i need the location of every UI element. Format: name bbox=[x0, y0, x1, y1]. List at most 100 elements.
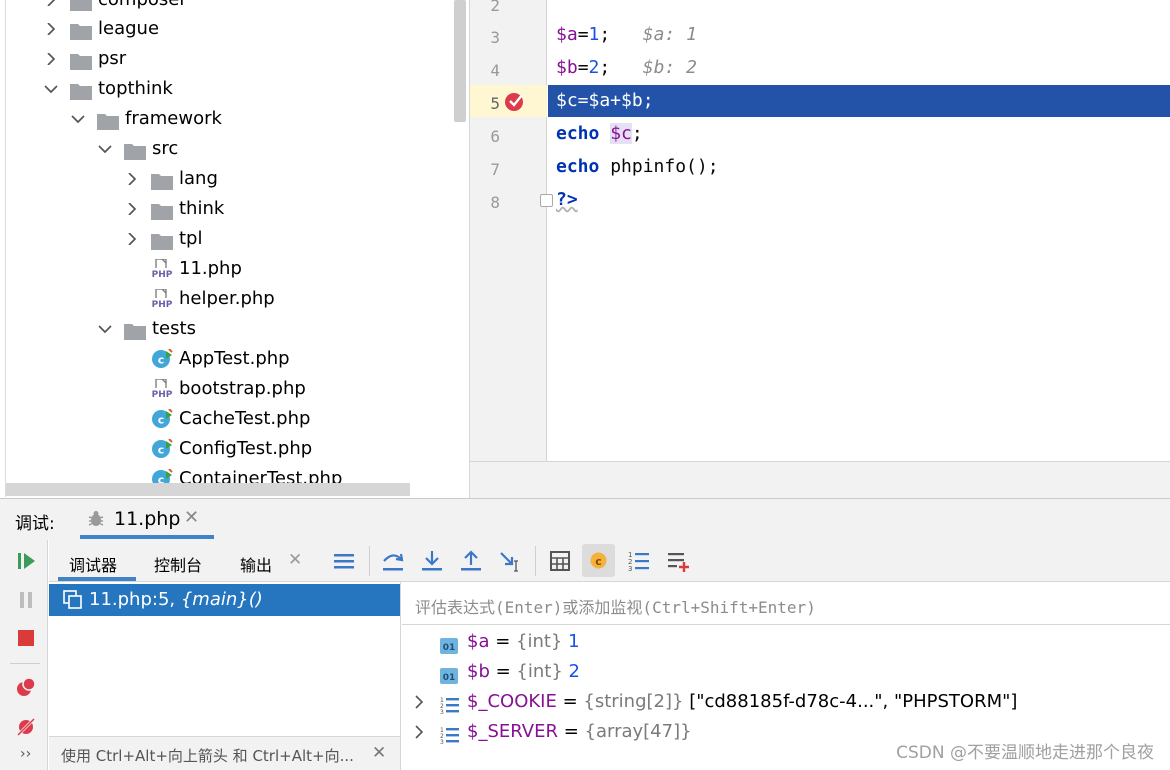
variable-row[interactable]: 01 $b = {int} 2 bbox=[402, 657, 1170, 687]
tab-console[interactable]: 控制台 bbox=[154, 552, 202, 576]
tree-item[interactable]: composer bbox=[0, 0, 468, 15]
run-to-cursor-icon[interactable] bbox=[498, 549, 522, 573]
php-class-icon: c bbox=[151, 438, 173, 458]
tree-item[interactable]: think bbox=[0, 194, 468, 224]
show-class-icon[interactable]: c bbox=[582, 544, 615, 577]
tree-item[interactable]: PHP helper.php bbox=[0, 284, 468, 314]
tree-item[interactable]: c CacheTest.php bbox=[0, 404, 468, 434]
tree-item[interactable]: tpl bbox=[0, 224, 468, 254]
debug-tool-window-header: 调试: 11.php ✕ bbox=[0, 498, 1170, 540]
debug-title: 调试: bbox=[15, 514, 55, 534]
tree-item[interactable]: PHP 11.php bbox=[0, 254, 468, 284]
debug-session-tab[interactable]: 11.php ✕ bbox=[80, 499, 214, 541]
evaluate-expression-icon[interactable] bbox=[548, 549, 572, 573]
chevron-down-icon[interactable] bbox=[98, 134, 112, 164]
php-class-icon: c bbox=[151, 408, 173, 428]
tree-item-label: think bbox=[179, 198, 225, 219]
step-into-icon[interactable] bbox=[420, 549, 444, 573]
line-number: 4 bbox=[490, 61, 500, 80]
stop-icon[interactable] bbox=[15, 627, 37, 649]
svg-text:3: 3 bbox=[440, 739, 444, 744]
resume-icon[interactable] bbox=[15, 550, 37, 572]
add-watch-icon[interactable] bbox=[666, 549, 690, 573]
php-class-icon: c bbox=[151, 348, 173, 368]
line-number: 6 bbox=[490, 127, 500, 146]
chevron-right-icon[interactable] bbox=[125, 194, 139, 224]
frame-item[interactable]: 11.php:5, {main}() bbox=[49, 584, 400, 616]
tree-item[interactable]: topthink bbox=[0, 74, 468, 104]
folder-icon bbox=[70, 20, 92, 40]
breakpoint-icon[interactable] bbox=[504, 90, 526, 112]
list-numbered-icon[interactable]: 123 bbox=[627, 549, 651, 573]
tree-item-label: CacheTest.php bbox=[179, 408, 311, 429]
menu-icon[interactable] bbox=[332, 549, 356, 573]
frame-icon bbox=[63, 590, 83, 614]
svg-text:3: 3 bbox=[628, 565, 632, 573]
pause-icon[interactable] bbox=[15, 589, 37, 611]
tree-item[interactable]: psr bbox=[0, 44, 468, 74]
code-line-8: ?> bbox=[556, 189, 578, 210]
code-line-4: $b=2; $b: 2 bbox=[556, 57, 697, 78]
tree-item-label: helper.php bbox=[179, 288, 275, 309]
more-icon[interactable]: ›› bbox=[20, 746, 31, 762]
tree-item-label: topthink bbox=[98, 78, 173, 99]
view-breakpoints-icon[interactable] bbox=[15, 676, 37, 698]
svg-text:c: c bbox=[158, 354, 165, 367]
svg-text:3: 3 bbox=[440, 709, 444, 714]
close-icon[interactable]: ✕ bbox=[288, 550, 302, 570]
inline-value-hint: $a: 1 bbox=[642, 24, 697, 45]
chevron-right-icon[interactable] bbox=[44, 0, 58, 15]
frames-hint-bar: 使用 Ctrl+Alt+向上箭头 和 Ctrl+Alt+向... ✕ bbox=[49, 736, 400, 770]
fold-marker-icon[interactable] bbox=[540, 194, 553, 207]
tree-item[interactable]: tests bbox=[0, 314, 468, 344]
tree-item[interactable]: c AppTest.php bbox=[0, 344, 468, 374]
tree-item[interactable]: src bbox=[0, 134, 468, 164]
folder-icon bbox=[97, 110, 119, 130]
project-tree: composer league psr topthink framework src lan… bbox=[0, 0, 468, 497]
tree-item-label: bootstrap.php bbox=[179, 378, 306, 399]
chevron-right-icon[interactable] bbox=[125, 164, 139, 194]
code-line-6: echo $c; bbox=[556, 123, 643, 144]
tree-item[interactable]: lang bbox=[0, 164, 468, 194]
tree-item-label: src bbox=[152, 138, 179, 159]
evaluate-expression-field[interactable]: 评估表达式(Enter)或添加监视(Ctrl+Shift+Enter) bbox=[402, 582, 1170, 625]
folder-icon bbox=[151, 200, 173, 220]
code-editor[interactable]: 2 3 4 5 6 7 8 $a=1; $a: 1 $b=2; $b: 2 $c… bbox=[469, 0, 1170, 461]
close-icon[interactable]: ✕ bbox=[184, 507, 199, 528]
chevron-down-icon[interactable] bbox=[71, 104, 85, 134]
svg-text:PHP: PHP bbox=[152, 300, 173, 309]
tab-debugger[interactable]: 调试器 bbox=[69, 552, 117, 576]
chevron-right-icon[interactable] bbox=[125, 224, 139, 254]
mute-breakpoints-icon[interactable] bbox=[15, 716, 37, 738]
chevron-right-icon[interactable] bbox=[414, 717, 424, 757]
tree-item-label: tests bbox=[152, 318, 196, 339]
frames-hint-text: 使用 Ctrl+Alt+向上箭头 和 Ctrl+Alt+向... bbox=[61, 747, 354, 765]
chevron-down-icon[interactable] bbox=[98, 314, 112, 344]
tree-vertical-scrollbar[interactable] bbox=[454, 0, 466, 122]
chevron-right-icon[interactable] bbox=[44, 44, 58, 74]
tab-output[interactable]: 输出 bbox=[240, 552, 272, 576]
tree-item[interactable]: league bbox=[0, 14, 468, 44]
line-number: 2 bbox=[490, 0, 500, 15]
step-out-icon[interactable] bbox=[459, 549, 483, 573]
tree-item[interactable]: framework bbox=[0, 104, 468, 134]
debug-left-toolbar: ›› bbox=[0, 540, 48, 770]
line-number: 3 bbox=[490, 28, 500, 47]
tree-item[interactable]: c ConfigTest.php bbox=[0, 434, 468, 464]
tree-horizontal-scrollbar[interactable] bbox=[6, 483, 410, 496]
chevron-down-icon[interactable] bbox=[44, 74, 58, 104]
php-file-icon: PHP bbox=[151, 258, 173, 280]
tree-item-label: psr bbox=[98, 48, 127, 69]
variable-row[interactable]: 01 $a = {int} 1 bbox=[402, 627, 1170, 657]
code-line-3: $a=1; $a: 1 bbox=[556, 24, 697, 45]
close-icon[interactable]: ✕ bbox=[372, 743, 386, 763]
step-over-icon[interactable] bbox=[381, 549, 405, 573]
variable-row[interactable]: 123 $_COOKIE = {string[2]} ["cd88185f-d7… bbox=[402, 687, 1170, 717]
tree-item-label: AppTest.php bbox=[179, 348, 290, 369]
folder-icon bbox=[124, 320, 146, 340]
divider bbox=[369, 546, 370, 576]
folder-icon bbox=[124, 140, 146, 160]
tree-item-label: ConfigTest.php bbox=[179, 438, 313, 459]
tree-item[interactable]: PHP bootstrap.php bbox=[0, 374, 468, 404]
chevron-right-icon[interactable] bbox=[44, 14, 58, 44]
